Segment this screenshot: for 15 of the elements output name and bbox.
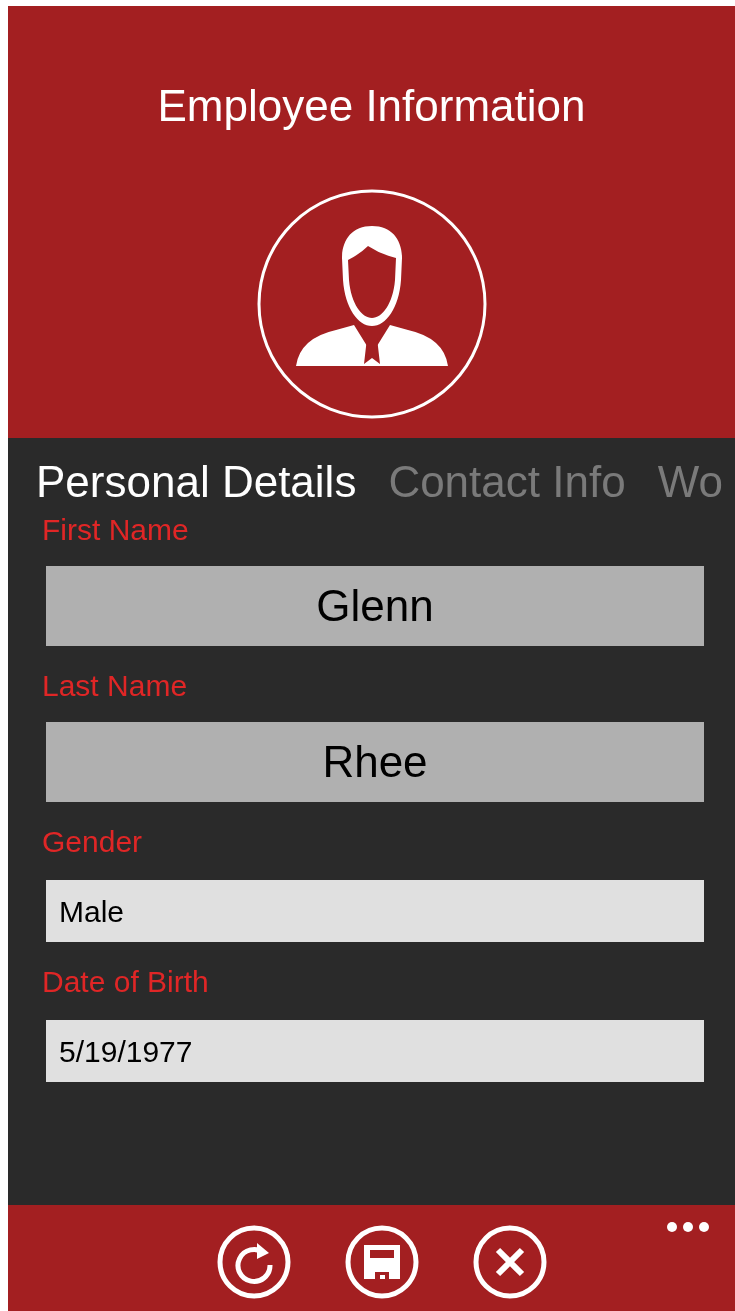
cancel-button[interactable]: [472, 1225, 547, 1299]
field-label: First Name: [42, 512, 190, 548]
input-field[interactable]: Glenn: [46, 566, 704, 646]
refresh-button[interactable]: [216, 1225, 291, 1299]
field-label: Date of Birth: [42, 964, 210, 1000]
tab[interactable]: Personal Details: [36, 454, 357, 510]
input-field[interactable]: Rhee: [46, 722, 704, 802]
input-field[interactable]: Male: [46, 880, 704, 942]
field-label: Last Name: [42, 668, 189, 704]
input-field[interactable]: 5/19/1977: [46, 1020, 704, 1082]
page-title: Employee Information: [157, 80, 586, 132]
field-label: Gender: [42, 824, 144, 860]
avatar-icon: [255, 188, 488, 420]
save-button[interactable]: [344, 1225, 419, 1299]
more-icon[interactable]: [667, 1222, 709, 1232]
